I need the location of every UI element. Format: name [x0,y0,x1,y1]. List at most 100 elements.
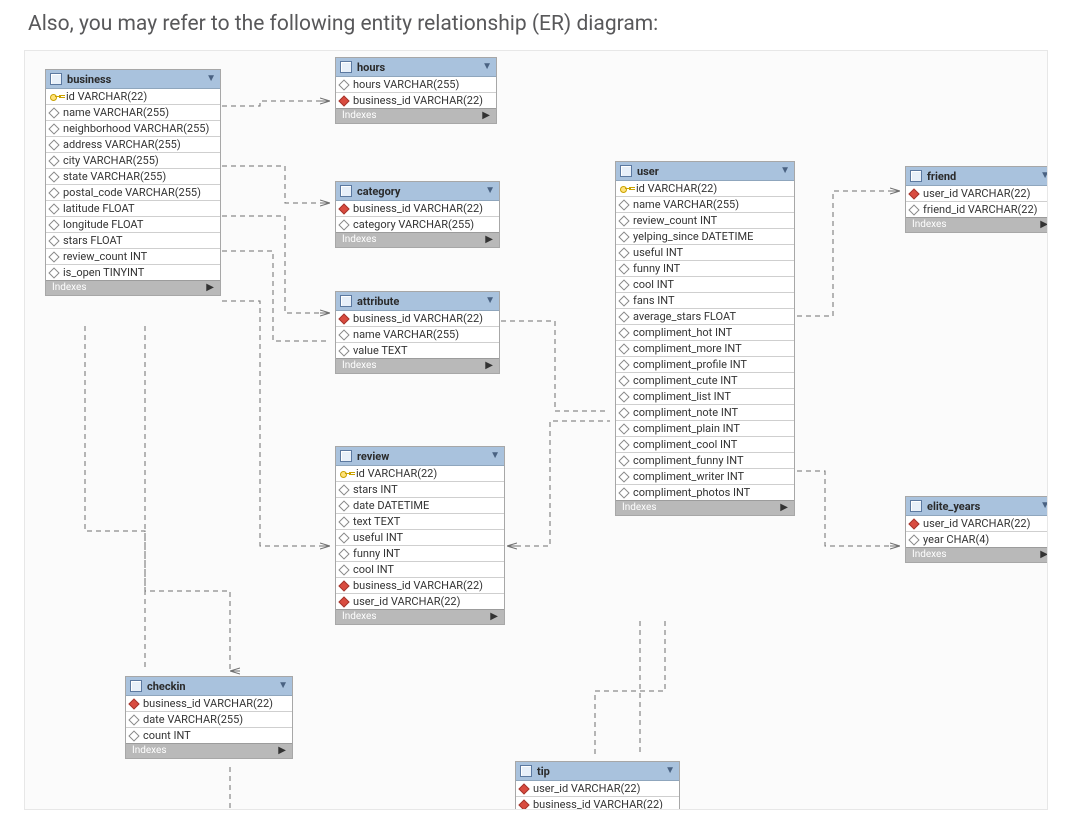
collapse-arrow-icon[interactable]: ▼ [780,166,790,176]
column-row[interactable]: business_id VARCHAR(22) [516,796,679,810]
column-row[interactable]: funny INT [336,545,504,561]
column-row[interactable]: cool INT [336,561,504,577]
column-row[interactable]: is_open TINYINT [46,264,220,280]
entity-header[interactable]: attribute▼ [336,292,499,311]
expand-arrow-icon[interactable]: ▶ [482,111,490,121]
column-row[interactable]: year CHAR(4) [906,531,1048,547]
indexes-footer[interactable]: Indexes▶ [336,232,499,247]
column-row[interactable]: hours VARCHAR(255) [336,77,496,92]
entity-header[interactable]: review▼ [336,447,504,466]
entity-header[interactable]: category▼ [336,182,499,201]
column-row[interactable]: user_id VARCHAR(22) [516,781,679,796]
entity-business[interactable]: business▼id VARCHAR(22)name VARCHAR(255)… [45,69,221,296]
entity-header[interactable]: tip▼ [516,762,679,781]
column-row[interactable]: postal_code VARCHAR(255) [46,184,220,200]
entity-category[interactable]: category▼business_id VARCHAR(22)category… [335,181,500,248]
column-row[interactable]: user_id VARCHAR(22) [906,516,1048,531]
column-row[interactable]: yelping_since DATETIME [616,228,794,244]
column-row[interactable]: value TEXT [336,342,499,358]
column-row[interactable]: name VARCHAR(255) [616,196,794,212]
column-row[interactable]: compliment_hot INT [616,324,794,340]
column-row[interactable]: date DATETIME [336,497,504,513]
expand-arrow-icon[interactable]: ▶ [278,746,286,756]
entity-header[interactable]: friend▼ [906,167,1048,186]
entity-checkin[interactable]: checkin▼business_id VARCHAR(22)date VARC… [125,676,293,759]
column-row[interactable]: cool INT [616,276,794,292]
entity-tip[interactable]: tip▼user_id VARCHAR(22)business_id VARCH… [515,761,680,810]
column-row[interactable]: id VARCHAR(22) [46,89,220,104]
column-row[interactable]: review_count INT [46,248,220,264]
column-row[interactable]: review_count INT [616,212,794,228]
column-row[interactable]: user_id VARCHAR(22) [906,186,1048,201]
column-row[interactable]: compliment_more INT [616,340,794,356]
column-row[interactable]: address VARCHAR(255) [46,136,220,152]
column-row[interactable]: city VARCHAR(255) [46,152,220,168]
column-row[interactable]: latitude FLOAT [46,200,220,216]
collapse-arrow-icon[interactable]: ▼ [485,296,495,306]
expand-arrow-icon[interactable]: ▶ [485,235,493,245]
column-row[interactable]: business_id VARCHAR(22) [126,696,292,711]
column-row[interactable]: compliment_writer INT [616,468,794,484]
column-row[interactable]: fans INT [616,292,794,308]
column-row[interactable]: compliment_cool INT [616,436,794,452]
entity-attribute[interactable]: attribute▼business_id VARCHAR(22)name VA… [335,291,500,374]
entity-elite_years[interactable]: elite_years▼user_id VARCHAR(22)year CHAR… [905,496,1048,563]
indexes-footer[interactable]: Indexes▶ [906,217,1048,232]
column-row[interactable]: text TEXT [336,513,504,529]
column-row[interactable]: stars FLOAT [46,232,220,248]
column-row[interactable]: name VARCHAR(255) [336,326,499,342]
column-row[interactable]: compliment_list INT [616,388,794,404]
column-row[interactable]: longitude FLOAT [46,216,220,232]
column-row[interactable]: compliment_cute INT [616,372,794,388]
collapse-arrow-icon[interactable]: ▼ [482,62,492,72]
column-row[interactable]: name VARCHAR(255) [46,104,220,120]
column-row[interactable]: business_id VARCHAR(22) [336,201,499,216]
indexes-footer[interactable]: Indexes▶ [906,547,1048,562]
column-row[interactable]: compliment_plain INT [616,420,794,436]
entity-review[interactable]: review▼id VARCHAR(22)stars INTdate DATET… [335,446,505,625]
expand-arrow-icon[interactable]: ▶ [485,361,493,371]
column-row[interactable]: compliment_note INT [616,404,794,420]
column-row[interactable]: date VARCHAR(255) [126,711,292,727]
collapse-arrow-icon[interactable]: ▼ [278,681,288,691]
entity-user[interactable]: user▼id VARCHAR(22)name VARCHAR(255)revi… [615,161,795,516]
expand-arrow-icon[interactable]: ▶ [780,503,788,513]
column-row[interactable]: business_id VARCHAR(22) [336,92,496,108]
column-row[interactable]: average_stars FLOAT [616,308,794,324]
collapse-arrow-icon[interactable]: ▼ [1040,501,1048,511]
collapse-arrow-icon[interactable]: ▼ [485,186,495,196]
collapse-arrow-icon[interactable]: ▼ [490,451,500,461]
column-row[interactable]: category VARCHAR(255) [336,216,499,232]
expand-arrow-icon[interactable]: ▶ [490,612,498,622]
indexes-footer[interactable]: Indexes▶ [336,358,499,373]
column-row[interactable]: state VARCHAR(255) [46,168,220,184]
entity-header[interactable]: checkin▼ [126,677,292,696]
indexes-footer[interactable]: Indexes▶ [336,609,504,624]
entity-header[interactable]: user▼ [616,162,794,181]
column-row[interactable]: funny INT [616,260,794,276]
entity-header[interactable]: business▼ [46,70,220,89]
column-row[interactable]: useful INT [336,529,504,545]
column-row[interactable]: count INT [126,727,292,743]
collapse-arrow-icon[interactable]: ▼ [665,766,675,776]
column-row[interactable]: friend_id VARCHAR(22) [906,201,1048,217]
indexes-footer[interactable]: Indexes▶ [46,280,220,295]
expand-arrow-icon[interactable]: ▶ [1040,220,1048,230]
column-row[interactable]: id VARCHAR(22) [336,466,504,481]
entity-hours[interactable]: hours▼hours VARCHAR(255)business_id VARC… [335,57,497,124]
collapse-arrow-icon[interactable]: ▼ [1040,171,1048,181]
column-row[interactable]: id VARCHAR(22) [616,181,794,196]
indexes-footer[interactable]: Indexes▶ [616,500,794,515]
entity-header[interactable]: elite_years▼ [906,497,1048,516]
column-row[interactable]: useful INT [616,244,794,260]
expand-arrow-icon[interactable]: ▶ [1040,550,1048,560]
entity-friend[interactable]: friend▼user_id VARCHAR(22)friend_id VARC… [905,166,1048,233]
column-row[interactable]: stars INT [336,481,504,497]
column-row[interactable]: compliment_profile INT [616,356,794,372]
column-row[interactable]: compliment_funny INT [616,452,794,468]
column-row[interactable]: compliment_photos INT [616,484,794,500]
expand-arrow-icon[interactable]: ▶ [206,283,214,293]
indexes-footer[interactable]: Indexes▶ [126,743,292,758]
entity-header[interactable]: hours▼ [336,58,496,77]
collapse-arrow-icon[interactable]: ▼ [206,74,216,84]
